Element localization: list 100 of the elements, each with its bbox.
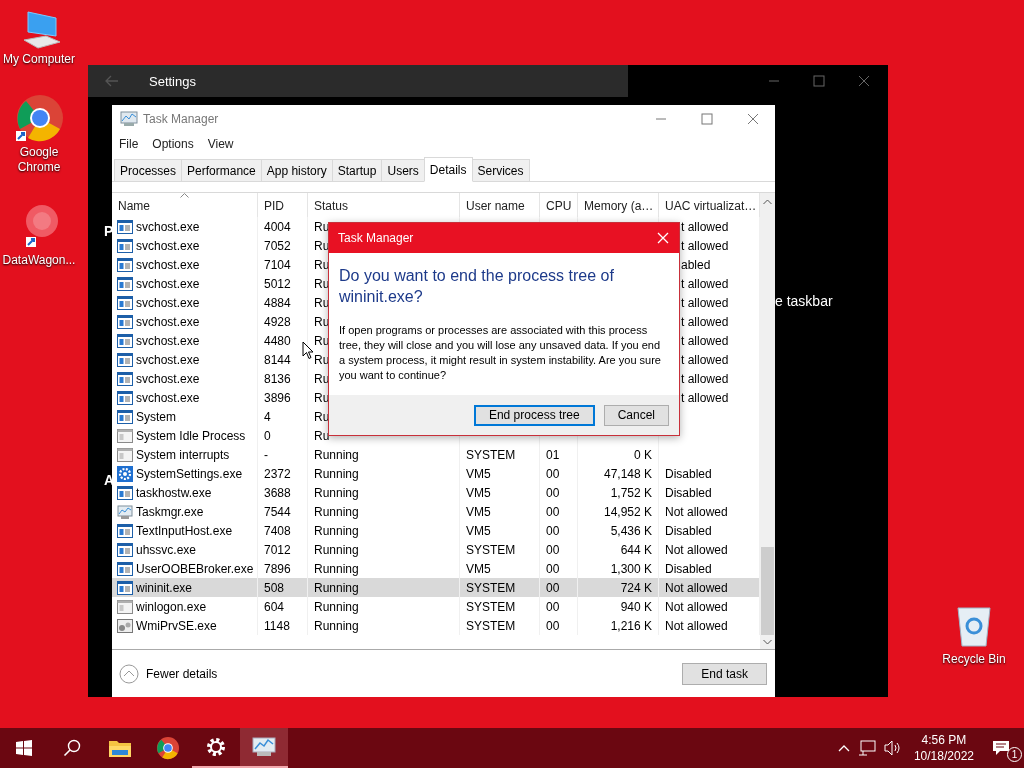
chrome-icon[interactable] <box>14 93 64 143</box>
column-header[interactable]: Name <box>112 193 258 217</box>
notification-icon[interactable] <box>992 740 1010 756</box>
scrollbar[interactable] <box>760 193 775 649</box>
table-cell: 1148 <box>264 618 290 633</box>
cursor-icon <box>302 341 314 360</box>
desktop-icon-label[interactable]: My Computer <box>1 52 77 67</box>
settings-text: e taskbar <box>775 293 833 309</box>
table-cell: 4004 <box>264 219 291 234</box>
settings-icon[interactable] <box>205 736 227 758</box>
table-cell: 644 K <box>620 542 652 557</box>
table-cell: Not allowed <box>665 599 728 614</box>
window-icon <box>117 599 133 614</box>
table-cell: t allowed <box>681 390 729 405</box>
menu-item[interactable]: File <box>119 137 139 151</box>
table-row[interactable]: TextInputHost.exe 7408 Running VM5 00 5,436 K Disabled <box>112 521 760 540</box>
table-row[interactable]: taskhostw.exe 3688 Running VM5 00 1,752 K Disabled <box>112 483 760 502</box>
table-row[interactable]: winlogon.exe 604 Running SYSTEM 00 940 K Not allowed <box>112 597 760 616</box>
column-header[interactable]: Status <box>308 193 460 217</box>
table-row[interactable]: uhssvc.exe 7012 Running SYSTEM 00 644 K Not allowed <box>112 540 760 559</box>
dialog-heading: Do you want to end the process tree of wininit.exe? <box>339 266 615 307</box>
cancel-button[interactable]: Cancel <box>603 404 669 426</box>
tab[interactable]: App history <box>260 159 333 181</box>
process-name: wininit.exe <box>136 580 193 595</box>
menu-item[interactable]: Options <box>152 137 194 151</box>
window-icon <box>117 371 133 386</box>
task-manager-icon <box>120 111 138 127</box>
close-icon[interactable] <box>747 113 759 125</box>
table-cell: abled <box>681 257 711 272</box>
window-title: Settings <box>149 73 196 89</box>
column-header[interactable]: Memory (a… <box>578 193 659 217</box>
table-cell: Running <box>314 504 359 519</box>
fewer-details-link[interactable]: Fewer details <box>146 666 218 681</box>
table-cell: 0 <box>264 428 271 443</box>
window-icon <box>117 219 133 234</box>
table-cell: Running <box>314 599 359 614</box>
tab[interactable]: Processes <box>114 159 183 181</box>
collapse-icon[interactable] <box>119 663 139 684</box>
chrome-icon[interactable] <box>156 736 180 760</box>
table-cell: 7896 <box>264 561 291 576</box>
maximize-icon[interactable] <box>701 113 713 125</box>
table-cell: Disabled <box>665 561 712 576</box>
chart-icon <box>117 504 133 519</box>
column-header[interactable]: CPU <box>540 193 578 217</box>
folder-icon[interactable] <box>108 738 132 758</box>
table-cell: 3896 <box>264 390 291 405</box>
chevron-up-icon[interactable] <box>837 744 850 752</box>
window-icon <box>117 295 133 310</box>
search-icon[interactable] <box>63 739 81 757</box>
table-cell: SYSTEM <box>466 599 516 614</box>
window-icon <box>117 333 133 348</box>
table-cell: Running <box>314 542 359 557</box>
window-icon <box>117 238 133 253</box>
end-task-button[interactable]: End task <box>682 662 767 685</box>
maximize-icon[interactable] <box>813 75 825 87</box>
process-name: SystemSettings.exe <box>136 466 243 481</box>
table-row[interactable]: WmiPrvSE.exe 1148 Running SYSTEM 00 1,216 K Not allowed <box>112 616 760 635</box>
desktop-icon-label[interactable]: Google Chrome <box>1 145 77 175</box>
tab[interactable]: Users <box>381 159 425 181</box>
table-row[interactable]: SystemSettings.exe 2372 Running VM5 00 47,148 K Disabled <box>112 464 760 483</box>
tab[interactable]: Performance <box>181 159 262 181</box>
table-row[interactable]: wininit.exe 508 Running SYSTEM 00 724 K Not allowed <box>112 578 760 597</box>
table-cell: Running <box>314 580 359 595</box>
table-cell: Disabled <box>665 466 712 481</box>
table-row[interactable]: Taskmgr.exe 7544 Running VM5 00 14,952 K Not allowed <box>112 502 760 521</box>
table-cell: 4928 <box>264 314 291 329</box>
table-cell: 940 K <box>620 599 652 614</box>
windows-start-icon[interactable] <box>16 740 32 756</box>
volume-icon[interactable] <box>883 740 902 756</box>
table-cell: 0 K <box>634 447 652 462</box>
process-name: svchost.exe <box>136 238 200 253</box>
scroll-thumb[interactable] <box>761 547 774 635</box>
desktop-icon-label[interactable]: DataWagon... <box>1 253 77 268</box>
clock-date[interactable]: 10/18/2022 <box>913 748 974 764</box>
table-cell: 7544 <box>264 504 291 519</box>
window-icon <box>117 352 133 367</box>
process-name: svchost.exe <box>136 371 200 386</box>
table-cell: SYSTEM <box>466 580 516 595</box>
clock-time[interactable]: 4:56 PM <box>921 732 967 748</box>
close-icon[interactable] <box>858 75 870 87</box>
table-cell: Running <box>314 466 359 481</box>
table-cell: 00 <box>546 618 560 633</box>
table-cell: 1,300 K <box>610 561 652 576</box>
confirm-button[interactable]: End process tree <box>473 404 595 426</box>
process-name: TextInputHost.exe <box>136 523 233 538</box>
column-header[interactable]: PID <box>258 193 308 217</box>
tab[interactable]: Details <box>423 157 473 182</box>
tab[interactable]: Services <box>471 159 530 181</box>
window-icon <box>117 561 133 576</box>
table-cell: 00 <box>546 599 560 614</box>
task-manager-icon[interactable] <box>251 736 277 758</box>
menu-item[interactable]: View <box>207 137 234 151</box>
tab[interactable]: Startup <box>331 159 383 181</box>
table-row[interactable]: System interrupts - Running SYSTEM 01 0 K <box>112 445 760 464</box>
process-name: svchost.exe <box>136 295 200 310</box>
table-cell: t allowed <box>681 352 729 367</box>
desktop-icon-label[interactable]: Recycle Bin <box>936 652 1012 667</box>
table-cell: 1,216 K <box>610 618 652 633</box>
network-icon[interactable] <box>857 740 876 756</box>
column-header[interactable]: User name <box>460 193 540 217</box>
